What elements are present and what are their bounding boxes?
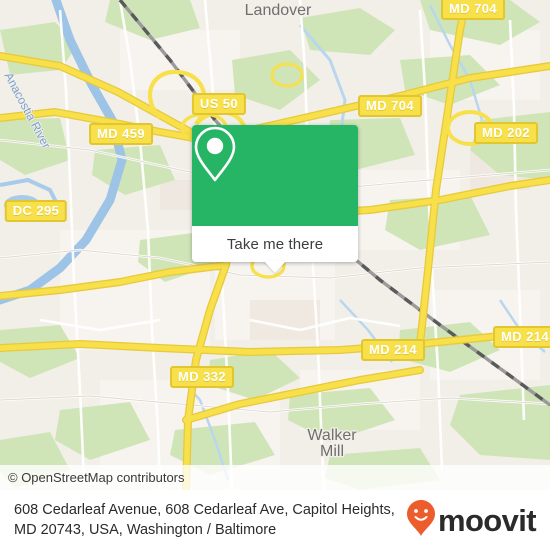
highway-shield: MD 332 [170, 366, 234, 388]
highway-shield: MD 214 [361, 339, 425, 361]
highway-shield: US 50 [191, 93, 247, 115]
highway-shield: MD 214 [493, 326, 550, 348]
moovit-smiley-pin-icon [406, 499, 436, 542]
highway-shield: MD 202 [474, 122, 538, 144]
highway-shield: MD 704 [441, 0, 505, 20]
popup-pointer [264, 261, 286, 273]
address-text: 608 Cedarleaf Avenue, 608 Cedarleaf Ave,… [14, 502, 395, 538]
moovit-wordmark: moovit [437, 502, 537, 538]
result-footer: 608 Cedarleaf Avenue, 608 Cedarleaf Ave,… [0, 490, 550, 550]
moovit-logo[interactable]: moovit [406, 499, 537, 542]
take-me-there-label: Take me there [226, 235, 324, 253]
highway-shield: MD 704 [358, 95, 422, 117]
map-attribution[interactable]: © OpenStreetMap contributors [0, 465, 550, 490]
map-canvas[interactable]: MD 704 MD 704 US 50 MD 202 MD 459 DC 295… [0, 0, 550, 490]
highway-shield: DC 295 [4, 200, 68, 222]
location-popup[interactable]: Take me there [192, 125, 358, 273]
popup-footer[interactable]: Take me there [192, 226, 358, 273]
map-result-card: MD 704 MD 704 US 50 MD 202 MD 459 DC 295… [0, 0, 550, 550]
highway-shield: MD 459 [89, 123, 153, 145]
popup-header [192, 125, 358, 226]
